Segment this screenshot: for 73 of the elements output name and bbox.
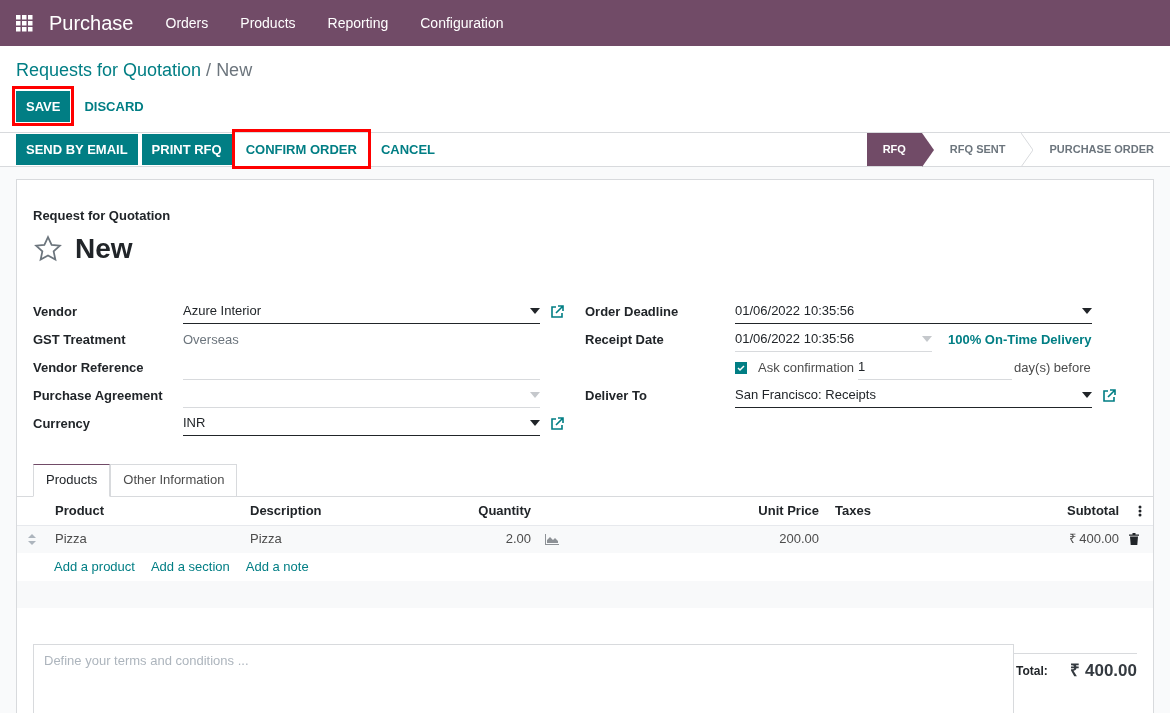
table-cell-text: Pizza — [249, 530, 283, 549]
apps-grid-icon[interactable] — [16, 14, 33, 32]
caret-icon — [530, 392, 540, 398]
add-line-link[interactable]: Add a product — [54, 556, 135, 577]
field-label: Deliver To — [585, 386, 648, 405]
field-label: Receipt Date — [585, 330, 665, 349]
tab[interactable]: Other Information — [110, 463, 238, 497]
document-name: New — [75, 231, 133, 266]
menu-item[interactable]: Reporting — [311, 12, 405, 34]
field-label: Vendor Reference — [33, 358, 145, 377]
input-field[interactable]: San Francisco: Receipts — [735, 383, 1092, 408]
trash-icon[interactable] — [1129, 533, 1139, 545]
status-stage[interactable]: RFQ SENT — [933, 133, 1022, 166]
external-link-icon[interactable] — [550, 416, 564, 431]
table-cell-text: 200.00 — [778, 530, 820, 549]
field-suffix: day(s) before — [1014, 358, 1091, 377]
input-field[interactable]: INR — [183, 411, 540, 436]
breadcrumb-separator: / — [206, 58, 212, 82]
add-line-link[interactable]: Add a section — [150, 556, 230, 577]
add-line-link[interactable]: Add a note — [245, 556, 309, 577]
caret-icon — [530, 308, 540, 314]
checkbox-label: Ask confirmation — [758, 358, 855, 377]
menu-item[interactable]: Products — [224, 12, 312, 34]
app-title[interactable]: Purchase — [49, 8, 134, 38]
action-button[interactable]: CONFIRM ORDER — [235, 134, 367, 165]
column-header: Quantity — [477, 501, 532, 520]
table-cell-text: 2.00 — [504, 530, 532, 549]
table-row[interactable]: Pizza Pizza 2.00 200.00 ₹ 400.00 — [17, 525, 1153, 553]
kebab-menu-icon[interactable] — [1138, 504, 1142, 517]
caret-icon — [1082, 308, 1092, 314]
column-header: Description — [249, 501, 323, 520]
document-type-label: Request for Quotation — [33, 207, 172, 225]
external-link-icon[interactable] — [550, 304, 564, 319]
column-header: Unit Price — [757, 501, 820, 520]
on-time-delivery-link[interactable]: 100% On-Time Delivery — [948, 329, 1092, 350]
field-label: Vendor — [33, 302, 79, 321]
input-field[interactable]: 1 — [858, 355, 1013, 380]
caret-icon — [530, 420, 540, 426]
action-button[interactable]: CANCEL — [370, 134, 446, 165]
action-button[interactable]: PRINT RFQ — [141, 134, 232, 165]
action-button[interactable]: SAVE — [16, 91, 71, 122]
drag-handle-icon — [28, 533, 36, 545]
status-stage[interactable]: PURCHASE ORDER — [1033, 133, 1170, 166]
field-label: Order Deadline — [585, 302, 680, 321]
input-field[interactable]: 01/06/2022 10:35:56 — [735, 327, 932, 352]
total-amount: ₹ 400.00 — [1070, 660, 1137, 683]
check-icon — [737, 363, 745, 372]
column-header: Subtotal — [1066, 501, 1120, 520]
field-value: Overseas — [183, 330, 239, 349]
table-cell-text: ₹ 400.00 — [1067, 530, 1120, 549]
chevron-divider — [921, 133, 934, 167]
action-button[interactable]: SEND BY EMAIL — [16, 134, 138, 165]
column-header: Taxes — [834, 501, 872, 520]
external-link-icon[interactable] — [1102, 388, 1116, 403]
caret-icon — [1082, 392, 1092, 398]
caret-icon — [922, 336, 932, 342]
tab[interactable]: Products — [33, 463, 111, 497]
table-cell-text: Pizza — [54, 530, 88, 549]
input-field[interactable]: Azure Interior — [183, 299, 540, 324]
column-header: Product — [54, 501, 106, 520]
star-icon[interactable] — [33, 233, 63, 264]
area-chart-icon — [545, 533, 559, 545]
checkbox[interactable] — [735, 361, 747, 374]
breadcrumb-link[interactable]: Requests for Quotation — [16, 56, 202, 84]
total-label: Total: — [1016, 663, 1048, 680]
menu-item[interactable]: Configuration — [404, 12, 520, 34]
field-label: Purchase Agreement — [33, 386, 164, 405]
field-label: GST Treatment — [33, 330, 127, 349]
breadcrumb-current: New — [216, 58, 253, 82]
input-field[interactable]: 01/06/2022 10:35:56 — [735, 299, 1092, 324]
field-label: Currency — [33, 414, 92, 433]
menu-item[interactable]: Orders — [149, 12, 225, 34]
action-button[interactable]: DISCARD — [74, 91, 154, 122]
